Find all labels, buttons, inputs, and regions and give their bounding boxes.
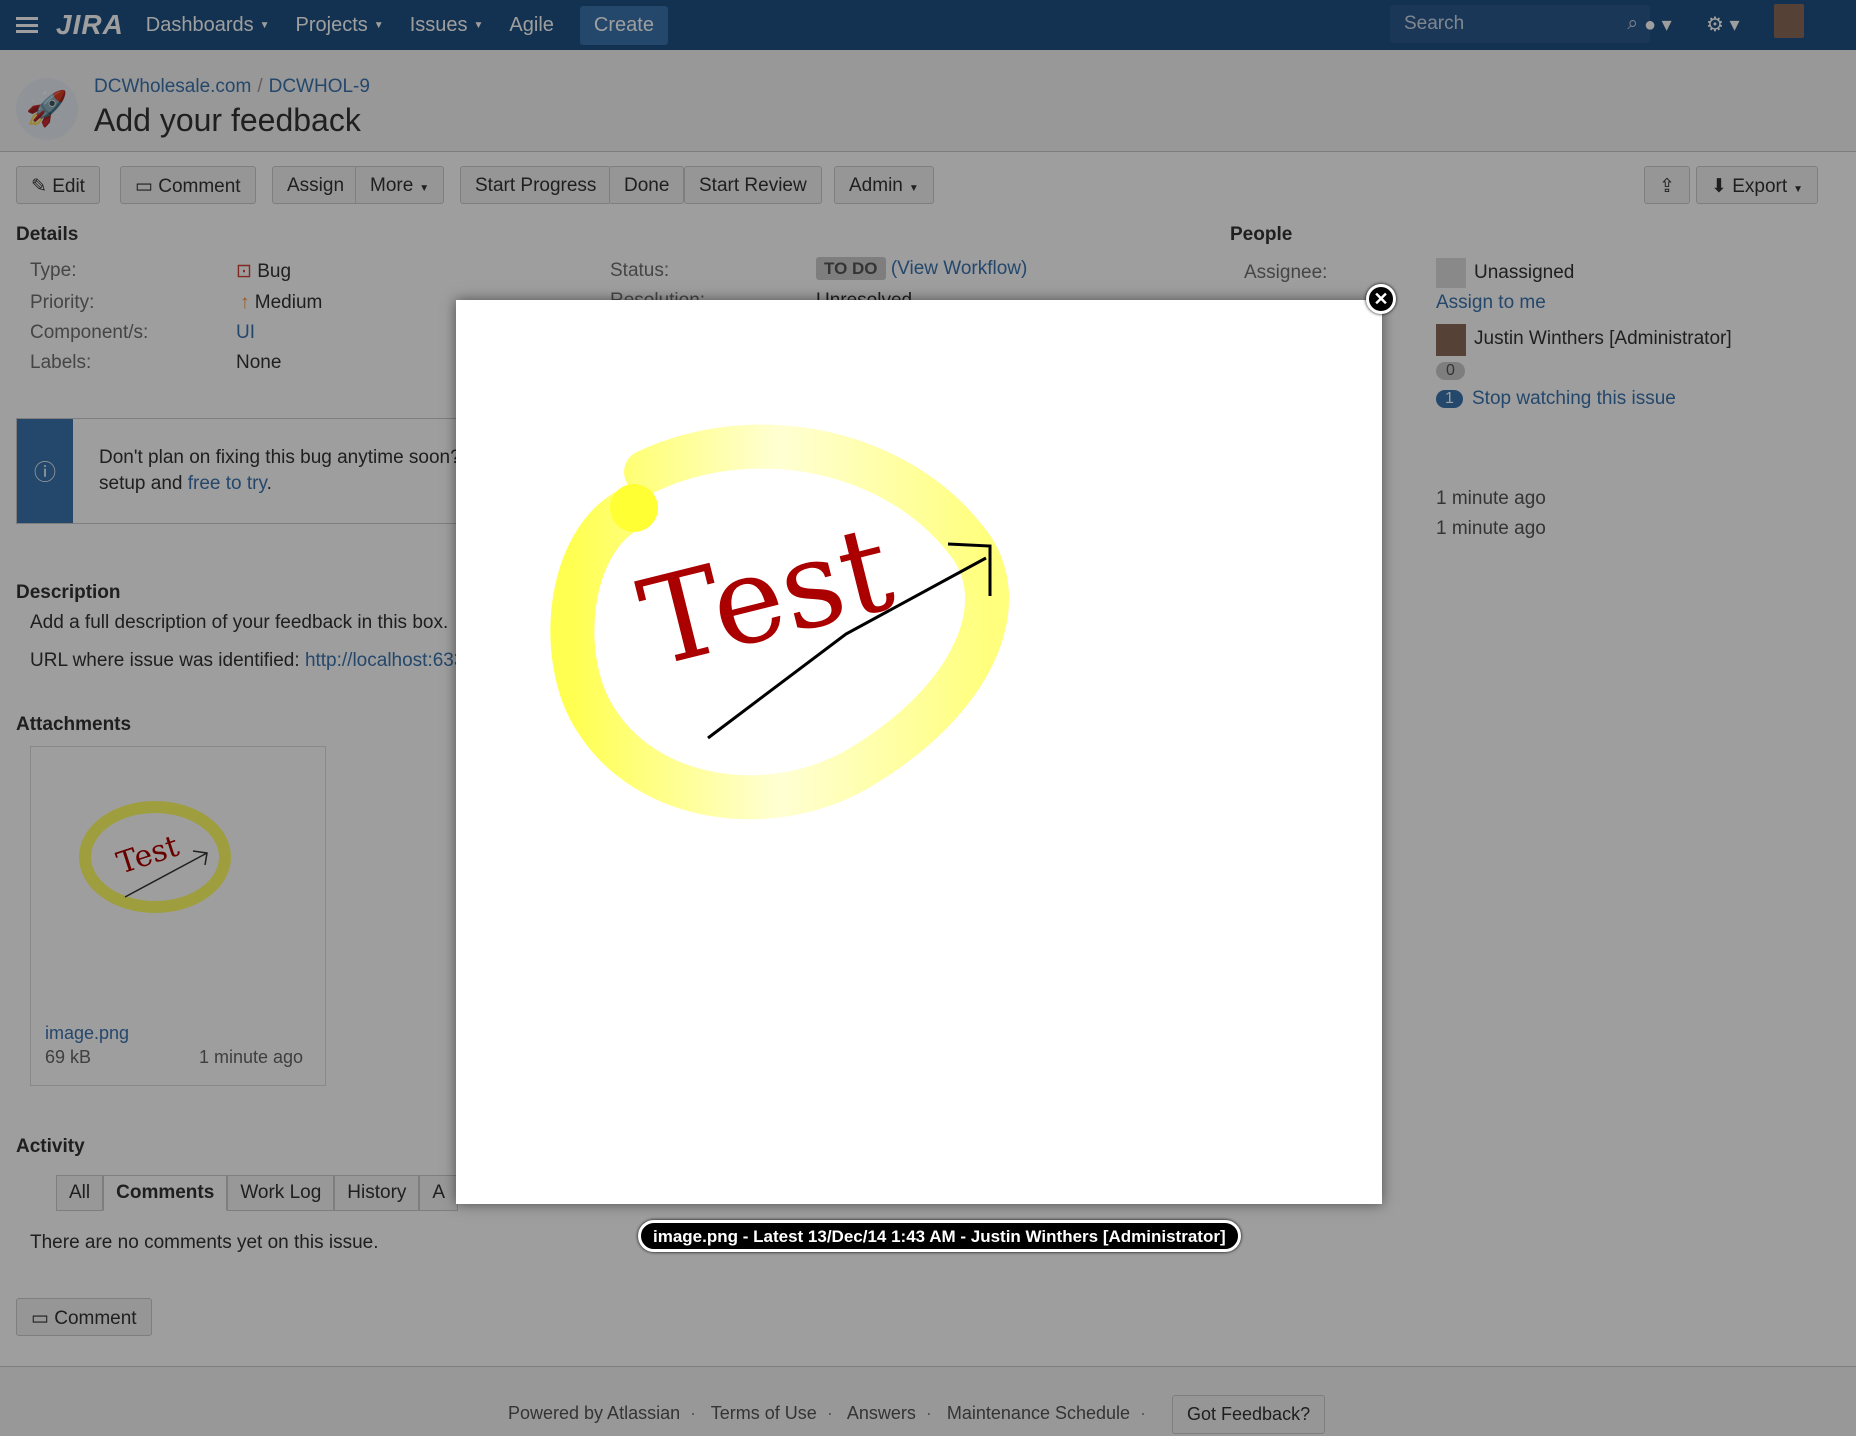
image-lightbox: Test: [456, 300, 1382, 1204]
lightbox-caption: image.png - Latest 13/Dec/14 1:43 AM - J…: [638, 1220, 1241, 1252]
drawing-text: Test: [627, 499, 905, 695]
lightbox-close-button[interactable]: ✕: [1366, 284, 1396, 314]
lightbox-image: Test: [550, 424, 1009, 820]
close-icon: ✕: [1373, 288, 1389, 309]
